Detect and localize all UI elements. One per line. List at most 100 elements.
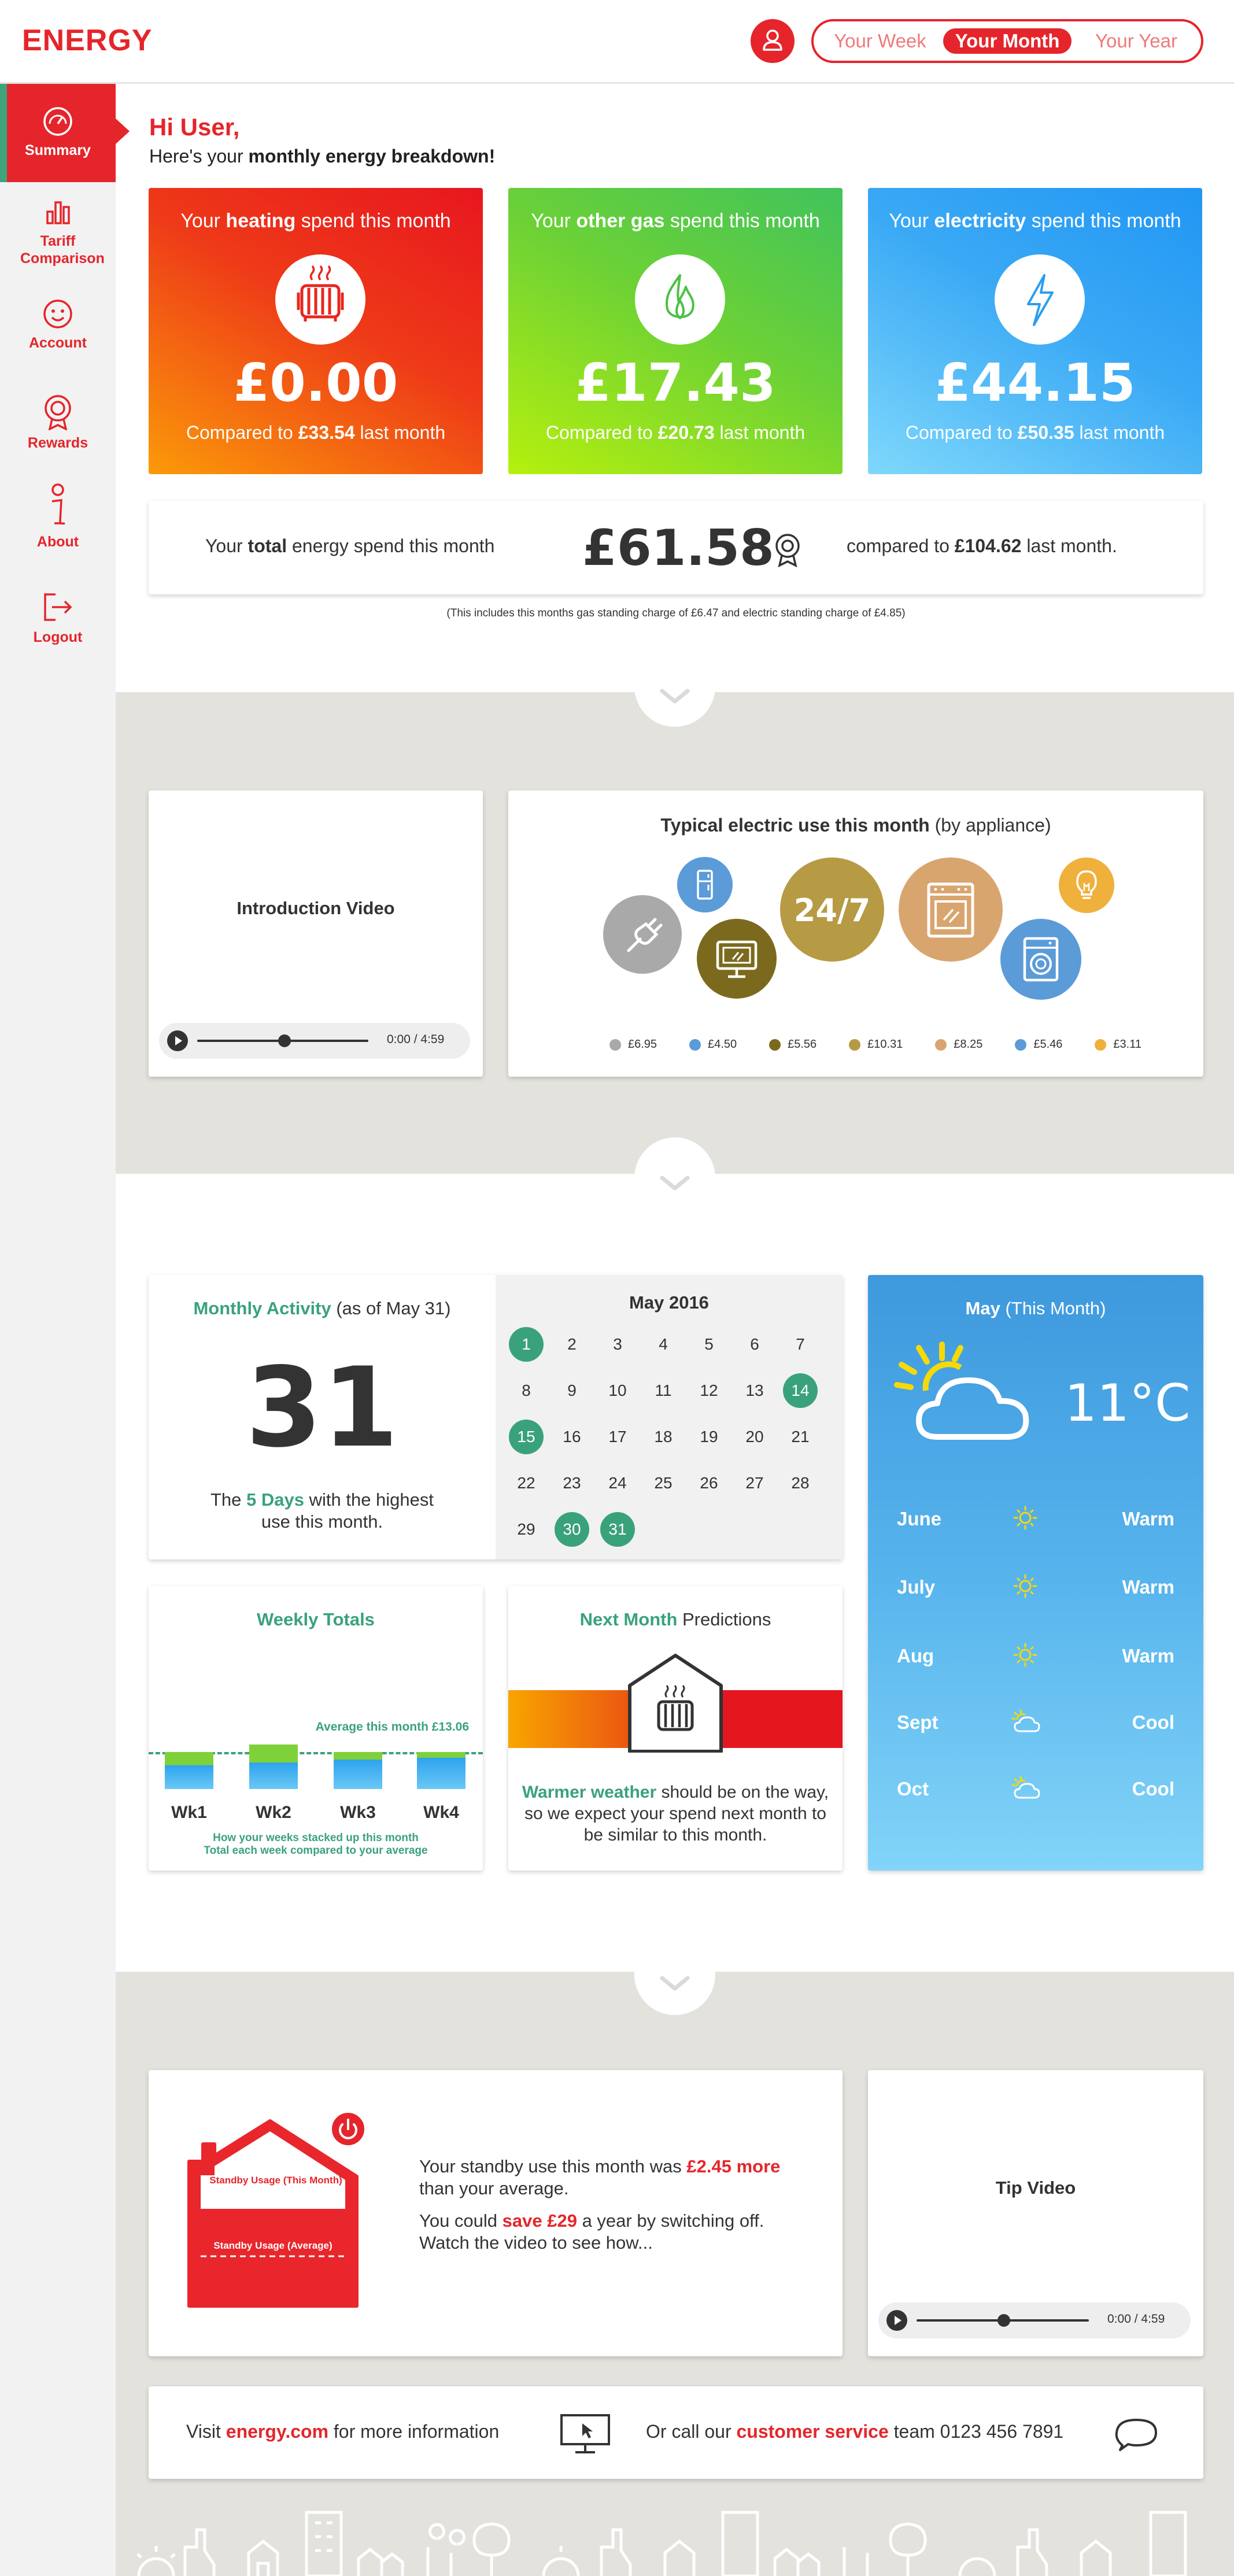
calendar-day[interactable]: 16	[555, 1420, 589, 1454]
weather-month: July	[897, 1576, 936, 1598]
weather-row: June Warm	[897, 1503, 1174, 1532]
tab-your-year[interactable]: Your Year	[1077, 28, 1196, 54]
electricity-amount: £44.15	[934, 353, 1136, 413]
tv-icon	[716, 940, 758, 978]
calendar-day[interactable]: 9	[555, 1373, 589, 1408]
calendar-day[interactable]: 8	[509, 1373, 544, 1408]
calendar-day[interactable]: 1	[509, 1327, 544, 1362]
weather-label: Warm	[1122, 1576, 1174, 1598]
logout-icon	[44, 593, 72, 621]
video-scrubber-handle[interactable]	[997, 2314, 1010, 2327]
calendar-day[interactable]: 5	[692, 1327, 726, 1362]
cloud-sun-icon	[1011, 1776, 1040, 1799]
scroll-down-button[interactable]	[634, 1934, 715, 2015]
calendar-day[interactable]: 30	[555, 1512, 589, 1547]
gauge-icon	[43, 107, 72, 136]
calendar-day[interactable]: 12	[692, 1373, 726, 1408]
plug-icon	[627, 918, 663, 952]
video-scrubber-handle[interactable]	[278, 1034, 291, 1047]
sidebar-item-about[interactable]: About	[0, 483, 116, 550]
contact-card: Visit energy.com for more information Or…	[149, 2386, 1203, 2479]
play-icon	[895, 2316, 902, 2325]
user-profile-button[interactable]	[751, 19, 795, 63]
weather-title: May (This Month)	[965, 1298, 1106, 1318]
calendar-day[interactable]: 28	[783, 1466, 818, 1500]
tip-video-player[interactable]: Tip Video 0:00 / 4:59	[868, 2070, 1203, 2356]
calendar-day[interactable]: 21	[783, 1420, 818, 1454]
weather-label: Cool	[1132, 1778, 1174, 1799]
sidebar-item-rewards[interactable]: Rewards	[0, 393, 116, 452]
bar-chart-icon	[46, 201, 70, 224]
scroll-down-button[interactable]	[634, 646, 715, 727]
flame-icon	[635, 254, 725, 345]
calendar-day[interactable]: 15	[509, 1420, 544, 1454]
calendar-day[interactable]: 19	[692, 1420, 726, 1454]
weather-row: July Warm	[897, 1572, 1174, 1601]
calendar-day[interactable]: 6	[737, 1327, 772, 1362]
sidebar-item-logout[interactable]: Logout	[0, 590, 116, 646]
award-icon	[775, 534, 800, 568]
visit-website-text: Visit energy.com for more information	[186, 2421, 500, 2442]
power-icon	[339, 2119, 357, 2139]
award-icon	[45, 395, 71, 430]
predictions-text: Warmer weather should be on the way, so …	[522, 1783, 829, 1845]
calendar-day[interactable]: 2	[555, 1327, 589, 1362]
calendar-day[interactable]: 17	[600, 1420, 635, 1454]
activity-description: The 5 Days with the highest use this mon…	[210, 1490, 434, 1532]
legend-item: £3.11	[1095, 1038, 1141, 1051]
play-button[interactable]	[167, 1030, 188, 1051]
calendar-day[interactable]: 29	[509, 1512, 544, 1547]
calendar-day[interactable]: 24	[600, 1466, 635, 1500]
logo[interactable]: ENERGY	[22, 23, 153, 58]
week-bar	[165, 1752, 213, 1789]
total-spend-card: Your total energy spend this month £61.5…	[149, 501, 1203, 594]
weather-row: Aug Warm	[897, 1640, 1174, 1669]
calendar-day[interactable]: 10	[600, 1373, 635, 1408]
calendar-day[interactable]: 26	[692, 1466, 726, 1500]
calendar-day[interactable]: 27	[737, 1466, 772, 1500]
calendar-day[interactable]: 14	[783, 1373, 818, 1408]
weekly-totals-title: Weekly Totals	[257, 1609, 375, 1629]
bubble-appliance-plug	[603, 895, 682, 974]
calendar-day[interactable]: 3	[600, 1327, 635, 1362]
calendar-day[interactable]: 7	[783, 1327, 818, 1362]
sidebar-item-tariff-comparison[interactable]: Tariff Comparison	[0, 195, 116, 267]
tab-your-week[interactable]: Your Week	[821, 28, 940, 54]
play-button[interactable]	[886, 2310, 907, 2331]
sidebar-item-summary[interactable]: Summary	[0, 105, 116, 159]
activity-big-number: 31	[245, 1344, 399, 1472]
introduction-video-player[interactable]: Introduction Video 0:00 / 4:59	[149, 790, 483, 1077]
total-label: Your total energy spend this month	[205, 535, 495, 556]
chat-bubble-icon[interactable]	[1114, 2416, 1158, 2452]
bubble-appliance-tv	[697, 919, 777, 999]
calendar-day[interactable]: 4	[646, 1327, 681, 1362]
calendar-day[interactable]: 11	[646, 1373, 681, 1408]
scroll-down-button[interactable]	[634, 1137, 715, 1218]
website-link[interactable]: energy.com	[226, 2421, 328, 2442]
standby-average-label: Standby Usage (Average)	[213, 2240, 332, 2251]
weather-month: June	[897, 1508, 942, 1529]
cloud-sun-icon	[1011, 1709, 1040, 1732]
weekly-totals-card: Weekly Totals Average this month £13.06 …	[149, 1586, 483, 1871]
tab-your-month[interactable]: Your Month	[943, 28, 1072, 54]
calendar-day[interactable]: 22	[509, 1466, 544, 1500]
calendar-day[interactable]: 20	[737, 1420, 772, 1454]
sidebar-item-account[interactable]: Account	[0, 298, 116, 352]
fridge-icon	[697, 870, 713, 900]
calendar-day[interactable]: 23	[555, 1466, 589, 1500]
greeting-subtitle: Here's your monthly energy breakdown!	[149, 146, 495, 167]
top-bar: ENERGY Your Week Your Month Your Year	[0, 0, 1234, 84]
info-icon	[51, 483, 65, 525]
calendar-day[interactable]: 13	[737, 1373, 772, 1408]
monthly-activity-card: Monthly Activity (as of May 31) 31 The 5…	[149, 1275, 843, 1559]
calendar-day[interactable]: 31	[600, 1512, 635, 1547]
chevron-down-icon	[660, 1976, 690, 1991]
lightbulb-icon	[1076, 870, 1097, 899]
legend-item: £6.95	[609, 1038, 657, 1051]
calendar: May 2016 1 2 3 4 5 6 7 8 9 10 11 12 13 14 15 16 17 18 19 20…	[496, 1275, 843, 1559]
sidebar-item-label: About	[36, 534, 79, 550]
calendar-day[interactable]: 25	[646, 1466, 681, 1500]
calendar-day[interactable]: 18	[646, 1420, 681, 1454]
heating-card-title: Your heating spend this month	[180, 210, 451, 232]
sidebar-item-label: Tariff Comparison	[20, 233, 105, 267]
